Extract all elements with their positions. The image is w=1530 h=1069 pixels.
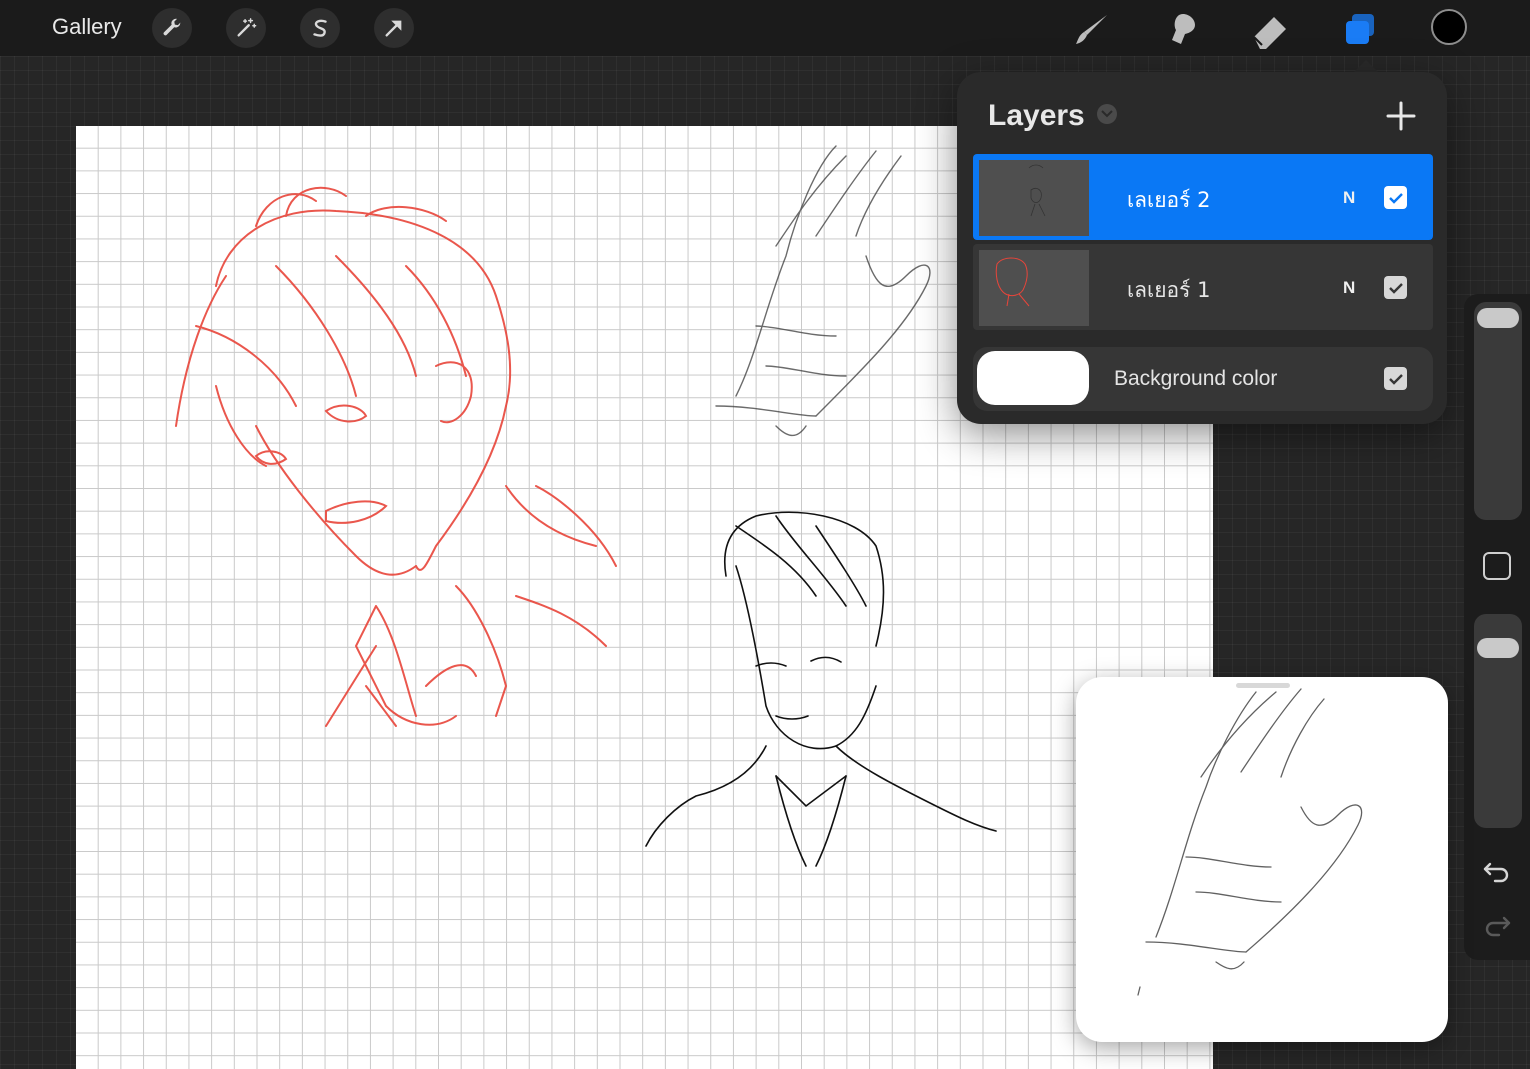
brush-size-slider[interactable] <box>1474 302 1522 520</box>
background-color-row[interactable]: Background color <box>973 347 1433 411</box>
adjustments-button[interactable] <box>226 8 266 48</box>
transform-arrow-icon <box>385 20 402 37</box>
brush-tool-button[interactable] <box>1072 10 1112 50</box>
top-toolbar: Gallery <box>0 0 1530 56</box>
redo-arrow-icon <box>1485 916 1511 937</box>
background-visibility-checkbox[interactable] <box>1384 367 1407 390</box>
reference-hand-sketch <box>1137 688 1363 996</box>
eraser-tool-button[interactable] <box>1250 10 1290 50</box>
layers-title: Layers <box>988 99 1085 132</box>
undo-arrow-icon <box>1483 862 1509 883</box>
layers-tool-button[interactable] <box>1340 10 1380 50</box>
reference-window[interactable] <box>1076 677 1448 1042</box>
selection-button[interactable] <box>300 8 340 48</box>
add-layer-button[interactable] <box>1381 96 1421 136</box>
chevron-down-icon[interactable] <box>1097 104 1117 124</box>
smudge-tool-button[interactable] <box>1162 10 1202 50</box>
redo-button[interactable] <box>1482 914 1512 945</box>
layer-1-blend-mode[interactable]: N <box>1343 278 1355 298</box>
transform-button[interactable] <box>374 8 414 48</box>
opacity-slider[interactable] <box>1474 614 1522 828</box>
red-head-sketch <box>175 186 617 727</box>
layer-2-visibility-checkbox[interactable] <box>1384 186 1407 209</box>
checkmark-icon <box>1388 373 1403 385</box>
reference-drag-handle[interactable] <box>1236 683 1290 688</box>
selection-s-icon <box>313 19 327 37</box>
modify-button[interactable] <box>1483 552 1511 580</box>
plus-icon <box>1386 101 1416 131</box>
layer-2-name: เลเยอร์ 2 <box>1127 188 1211 212</box>
layer-1-name: เลเยอร์ 1 <box>1127 278 1211 302</box>
layers-panel: Layers เลเยอร์ 2 N เลเยอร์ 1 N Backgroun… <box>957 72 1447 424</box>
checkmark-icon <box>1388 282 1403 294</box>
smudge-icon <box>1172 14 1195 44</box>
brush-size-thumb[interactable] <box>1477 308 1519 328</box>
opacity-thumb[interactable] <box>1477 638 1519 658</box>
right-sidebar <box>1464 294 1530 960</box>
wrench-icon <box>163 18 181 36</box>
checkmark-icon <box>1388 192 1403 204</box>
pencil-boy-sketch <box>645 511 997 867</box>
pencil-hand-sketch <box>715 145 931 437</box>
layer-1-thumbnail <box>979 250 1089 326</box>
eraser-icon <box>1253 17 1286 49</box>
layers-icon <box>1346 14 1374 44</box>
actions-button[interactable] <box>152 8 192 48</box>
background-color-label: Background color <box>1114 367 1278 390</box>
undo-button[interactable] <box>1482 860 1512 891</box>
background-color-swatch[interactable] <box>977 351 1089 405</box>
brush-icon <box>1076 15 1107 44</box>
gallery-button[interactable]: Gallery <box>52 14 122 40</box>
layer-1-visibility-checkbox[interactable] <box>1384 276 1407 299</box>
layer-row-1[interactable]: เลเยอร์ 1 N <box>973 244 1433 330</box>
color-picker-button[interactable] <box>1431 9 1467 45</box>
layer-2-blend-mode[interactable]: N <box>1343 188 1355 208</box>
layer-2-thumbnail <box>979 160 1089 236</box>
magic-wand-icon <box>237 18 257 37</box>
layer-row-2[interactable]: เลเยอร์ 2 N <box>973 154 1433 240</box>
